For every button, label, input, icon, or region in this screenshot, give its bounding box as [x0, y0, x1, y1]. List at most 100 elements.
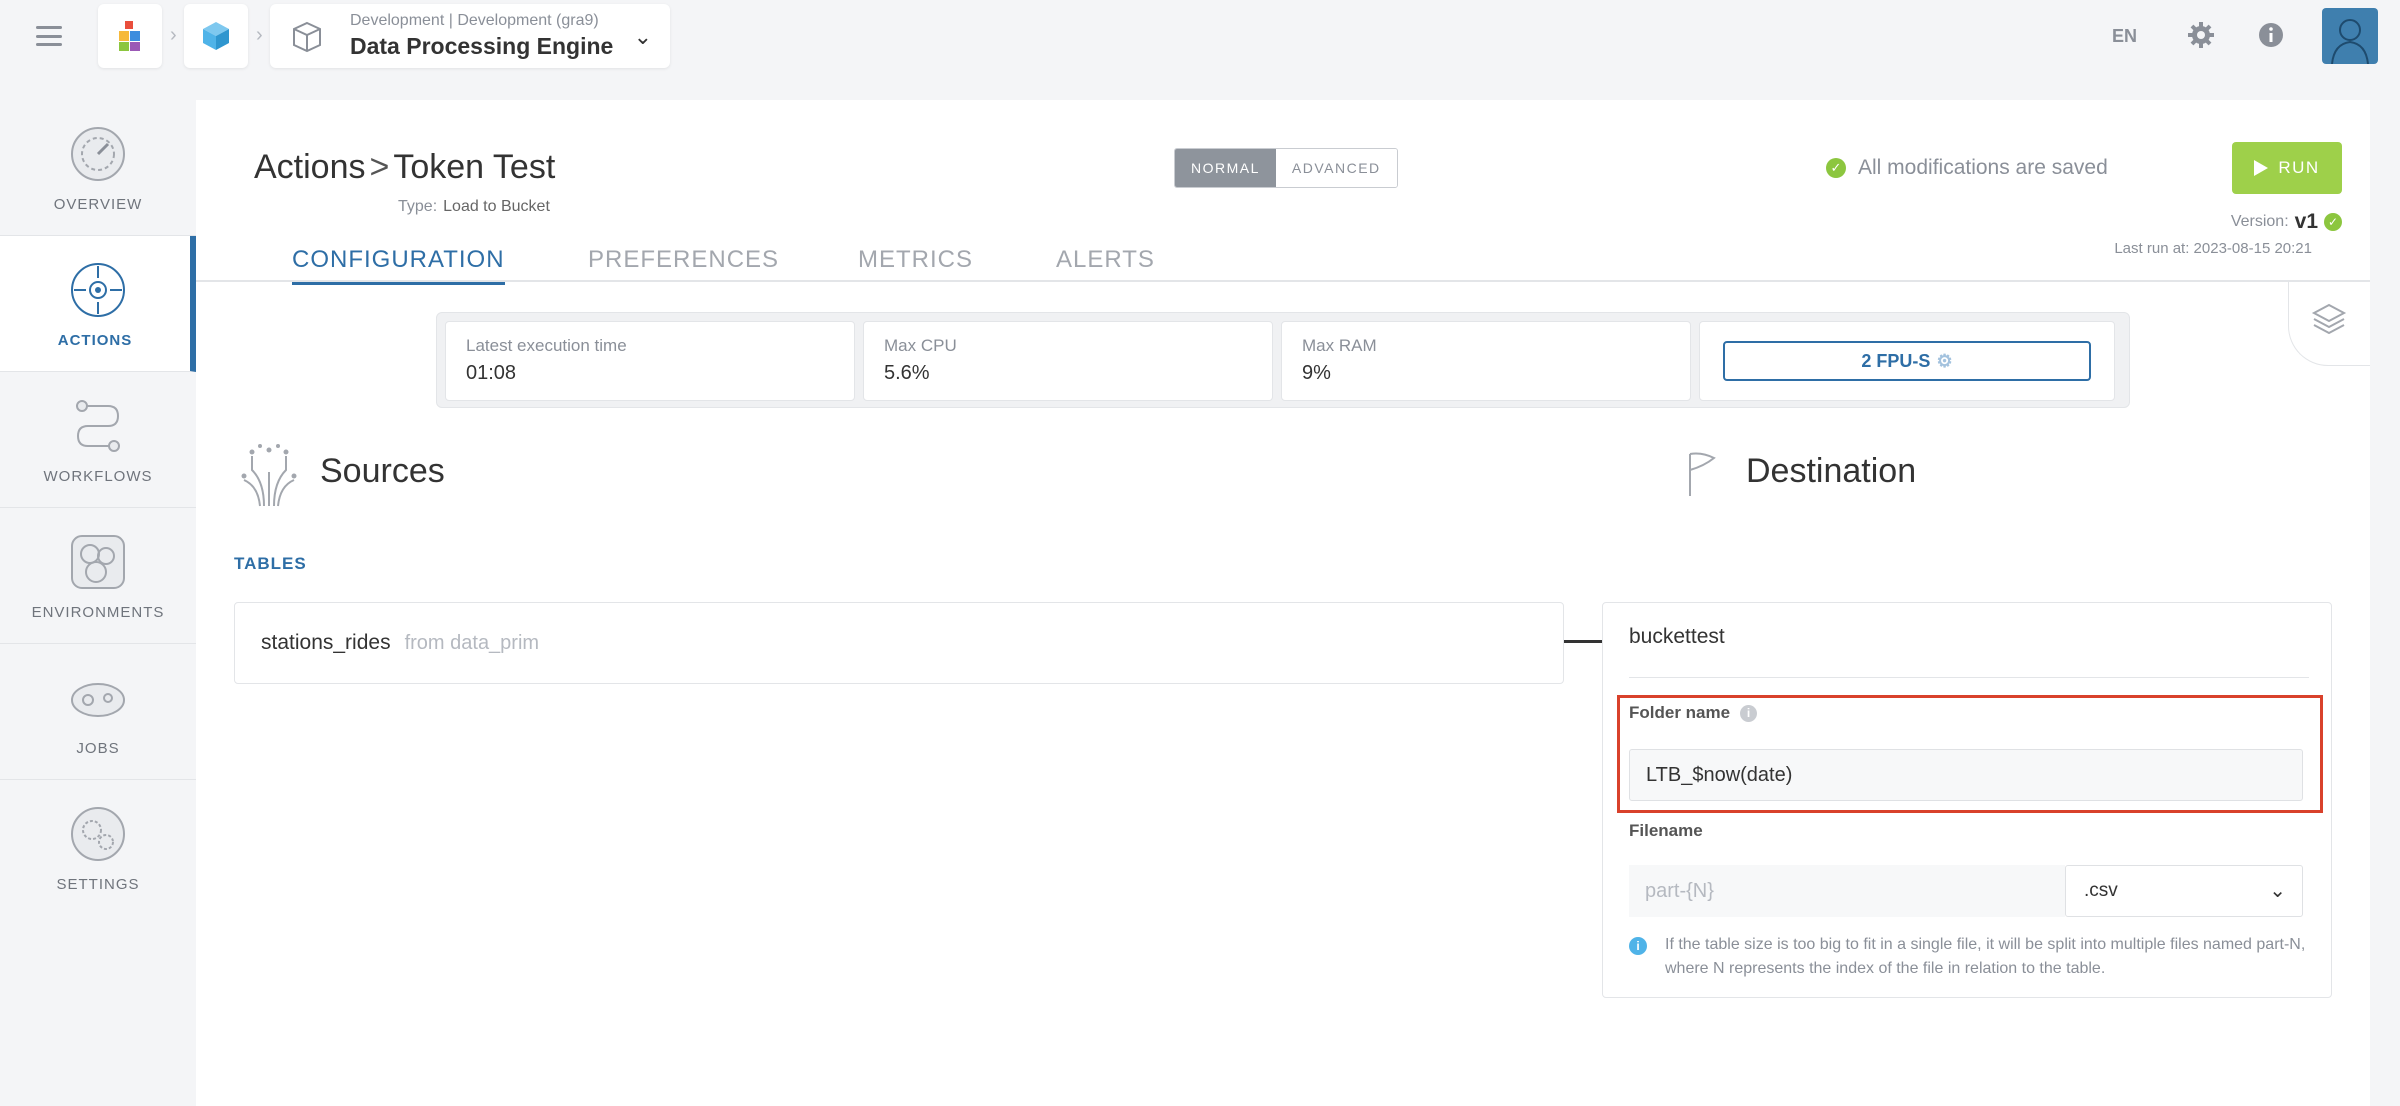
cube-icon — [203, 22, 229, 50]
sidebar-item-overview[interactable]: OVERVIEW — [0, 100, 196, 236]
info-icon: i — [1629, 937, 1647, 955]
target-icon — [71, 263, 125, 317]
language-selector[interactable]: EN — [2112, 26, 2137, 47]
sidebar-item-actions[interactable]: ACTIONS — [0, 236, 196, 372]
layers-icon — [2311, 303, 2347, 335]
metric-value: 9% — [1302, 362, 1331, 384]
environment-subtitle: Development | Development (gra9) — [350, 12, 599, 29]
environment-selector[interactable]: Development | Development (gra9) Data Pr… — [270, 4, 670, 68]
jobs-icon — [71, 683, 125, 717]
version-label: Version: — [2230, 213, 2289, 230]
page-title: Actions > Token Test — [254, 148, 555, 187]
fpu-label: 2 FPU-S — [1861, 351, 1931, 371]
user-avatar-icon — [2331, 19, 2369, 64]
top-bar: › › Development | Development (gra9) Dat… — [0, 0, 2400, 72]
info-icon[interactable]: i — [1740, 705, 1758, 722]
environments-icon — [71, 535, 125, 589]
sidebar-item-label: OVERVIEW — [53, 196, 143, 213]
sidebar-item-label: JOBS — [76, 740, 120, 757]
metric-value: 5.6% — [884, 362, 930, 384]
box-icon — [293, 21, 321, 53]
folder-name-label: Folder name i — [1629, 703, 1758, 723]
version-value: v1 — [2294, 210, 2318, 233]
metric-value: 01:08 — [466, 362, 517, 384]
type-value: Load to Bucket — [443, 198, 550, 215]
table-name: stations_rides — [261, 631, 391, 654]
breadcrumb-separator: › — [256, 24, 263, 46]
type-label: Type: — [398, 198, 438, 215]
avatar[interactable] — [2322, 8, 2378, 64]
bucket-name: buckettest — [1629, 625, 1725, 648]
sidebar-item-label: ENVIRONMENTS — [31, 604, 165, 621]
app-logo-icon — [119, 21, 140, 51]
breadcrumb-separator: › — [170, 24, 177, 46]
fpu-button[interactable]: 2 FPU-S ⚙ — [1723, 341, 2091, 381]
action-name: Token Test — [393, 148, 556, 186]
split-note-text: If the table size is too big to fit in a… — [1665, 936, 2306, 977]
sidebar: OVERVIEW ACTIONS WORKFLOWS ENVIRONMENTS — [0, 100, 196, 922]
mode-advanced-button[interactable]: ADVANCED — [1275, 149, 1397, 187]
tab-alerts[interactable]: ALERTS — [1056, 246, 1155, 282]
dpe-cube-button[interactable] — [184, 4, 248, 68]
sources-title: Sources — [320, 452, 445, 490]
tables-label: TABLES — [234, 554, 307, 573]
save-status: ✓ All modifications are saved — [1826, 156, 2108, 180]
breadcrumb-separator: > — [369, 148, 390, 186]
divider — [1629, 677, 2309, 678]
settings-gears-icon — [71, 807, 125, 861]
workflow-icon — [76, 400, 120, 452]
check-icon: ✓ — [2324, 213, 2342, 231]
info-icon[interactable] — [2256, 20, 2286, 50]
metric-label: Max RAM — [1302, 336, 1377, 355]
split-note: i If the table size is too big to fit in… — [1629, 933, 2309, 981]
action-type: Type: Load to Bucket — [398, 198, 550, 216]
metric-label: Latest execution time — [466, 336, 627, 355]
sidebar-item-workflows[interactable]: WORKFLOWS — [0, 372, 196, 508]
tab-configuration[interactable]: CONFIGURATION — [292, 246, 505, 285]
folder-name-input[interactable] — [1629, 749, 2303, 801]
app-logo-button[interactable] — [98, 4, 162, 68]
destination-card: buckettest Folder namei Filename .csv ⌄ … — [1602, 602, 2332, 998]
mode-normal-button[interactable]: NORMAL — [1175, 149, 1276, 187]
metrics-bar: Latest execution time 01:08 Max CPU 5.6%… — [436, 312, 2130, 408]
play-icon — [2254, 160, 2269, 176]
tab-bar: CONFIGURATION PREFERENCES METRICS ALERTS — [196, 236, 2370, 285]
metric-execution-time: Latest execution time 01:08 — [445, 321, 855, 401]
filename-input[interactable] — [1629, 865, 2065, 917]
metric-max-ram: Max RAM 9% — [1281, 321, 1691, 401]
menu-icon[interactable] — [36, 26, 62, 46]
check-icon: ✓ — [1826, 158, 1846, 178]
chevron-down-icon: ⌄ — [633, 24, 652, 49]
tab-preferences[interactable]: PREFERENCES — [588, 246, 779, 282]
main-panel: Actions > Token Test Type: Load to Bucket N… — [196, 100, 2370, 1106]
source-table-row[interactable]: stations_rides from data_prim — [234, 602, 1564, 684]
sidebar-item-jobs[interactable]: JOBS — [0, 644, 196, 780]
filename-label: Filename — [1629, 821, 1703, 840]
speedometer-icon — [71, 127, 125, 181]
flag-icon — [1689, 452, 1716, 496]
chevron-down-icon: ⌄ — [2269, 880, 2286, 902]
metric-max-cpu: Max CPU 5.6% — [863, 321, 1273, 401]
connector-line — [1564, 640, 1604, 643]
mode-toggle: NORMAL ADVANCED — [1174, 148, 1398, 188]
run-button[interactable]: RUN — [2232, 142, 2342, 194]
sidebar-item-label: ACTIONS — [57, 332, 133, 349]
run-button-label: RUN — [2278, 158, 2320, 177]
save-status-text: All modifications are saved — [1858, 156, 2108, 179]
gear-icon: ⚙ — [1936, 351, 1953, 371]
metric-label: Max CPU — [884, 336, 957, 355]
layers-panel-toggle[interactable] — [2288, 282, 2370, 366]
table-source: from data_prim — [404, 632, 540, 654]
environment-title: Data Processing Engine — [350, 33, 614, 59]
version-info: Version: v1 ✓ — [2231, 210, 2342, 234]
gear-icon[interactable] — [2186, 20, 2216, 50]
sidebar-item-label: WORKFLOWS — [43, 468, 153, 485]
breadcrumb-actions[interactable]: Actions — [254, 148, 366, 186]
extension-select[interactable]: .csv ⌄ — [2065, 865, 2303, 917]
folder-name-label-text: Folder name — [1629, 703, 1731, 722]
extension-value: .csv — [2084, 880, 2118, 901]
sidebar-item-settings[interactable]: SETTINGS — [0, 780, 196, 916]
tab-metrics[interactable]: METRICS — [858, 246, 973, 282]
sources-tree-icon — [241, 444, 297, 507]
sidebar-item-environments[interactable]: ENVIRONMENTS — [0, 508, 196, 644]
